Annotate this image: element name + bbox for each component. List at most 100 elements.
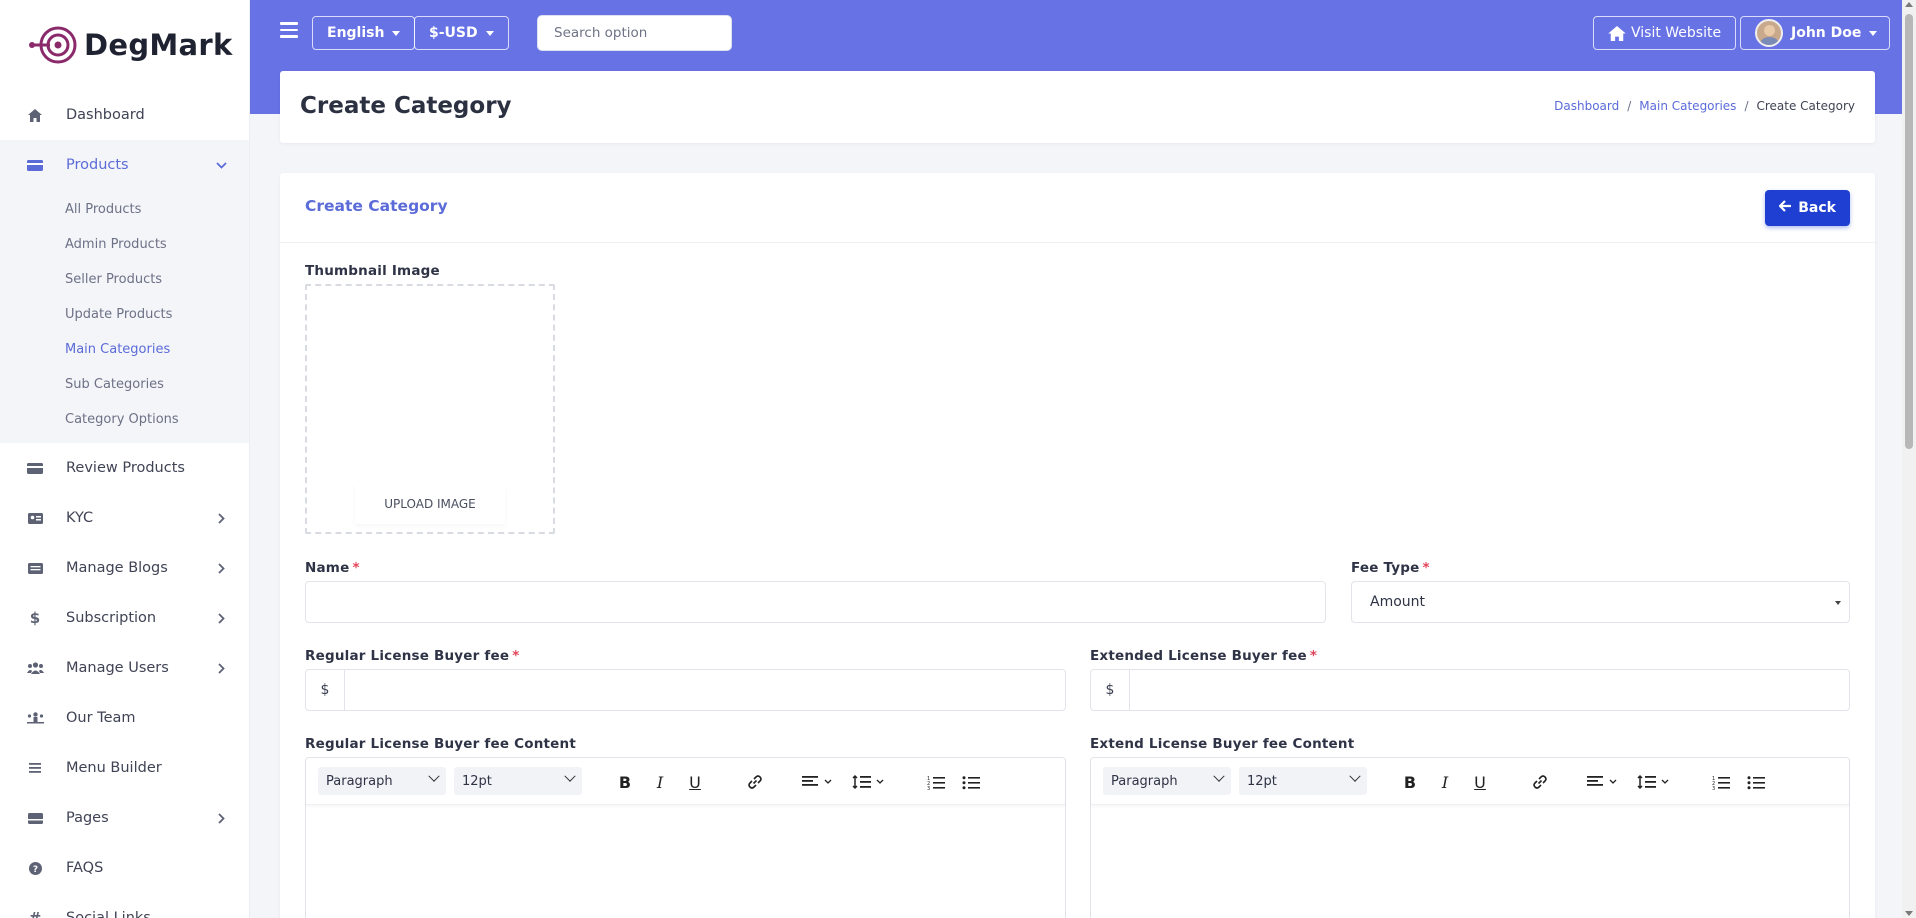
editor-toolbar: Paragraph 12pt B I U 123 [1091,758,1849,805]
back-button[interactable]: Back [1765,190,1850,226]
link-icon[interactable] [1528,769,1552,795]
chevron-down-icon [1213,770,1225,782]
chevron-down-icon [1349,770,1361,782]
breadcrumb-separator: / [1627,99,1632,113]
scrollbar-thumb[interactable] [1905,14,1913,449]
question-icon: ? [26,859,44,877]
logo-icon [29,26,77,64]
extend-content-editor[interactable]: Paragraph 12pt B I U 123 [1090,757,1850,918]
submenu-item-update-products[interactable]: Update Products [0,297,249,332]
sidebar-item-review-products[interactable]: Review Products [0,443,249,493]
sidebar-item-our-team[interactable]: Our Team [0,693,249,743]
block-format-select[interactable]: Paragraph [318,767,446,795]
block-format-select[interactable]: Paragraph [1103,767,1231,795]
bullet-list-icon[interactable] [1745,769,1767,795]
line-height-icon[interactable] [1636,769,1674,795]
visit-website-button[interactable]: Visit Website [1593,16,1737,50]
page-title: Create Category [300,93,512,119]
sidebar-item-label: Social Links [66,910,151,918]
numbered-list-icon[interactable]: 123 [1710,769,1732,795]
card-icon [26,156,44,174]
scroll-down-arrow-icon[interactable] [1905,911,1913,916]
regular-fee-label-text: Regular License Buyer fee [305,648,510,664]
sidebar-item-products[interactable]: Products [0,140,249,190]
regular-fee-input[interactable] [344,669,1066,711]
card-header: Create Category Back [280,173,1875,243]
name-input[interactable] [305,581,1326,623]
italic-icon[interactable]: I [1434,769,1456,795]
caret-down-icon [1835,601,1841,605]
caret-down-icon [485,30,494,36]
sidebar-item-kyc[interactable]: KYC [0,493,249,543]
submenu-item-admin-products[interactable]: Admin Products [0,227,249,262]
extended-fee-currency-prefix: $ [1090,669,1130,711]
italic-icon[interactable]: I [649,769,671,795]
language-dropdown[interactable]: English [312,16,416,50]
thumbnail-upload-dropzone[interactable]: UPLOAD IMAGE [305,284,555,534]
brand-name: DegMark [84,28,233,62]
page-scrollbar[interactable] [1902,0,1916,918]
brand-logo[interactable]: DegMark [0,0,249,90]
font-size-select[interactable]: 12pt [454,767,582,795]
regular-fee-currency-prefix: $ [305,669,345,711]
sidebar-item-label: FAQS [66,860,104,876]
submenu-item-category-options[interactable]: Category Options [0,402,249,437]
submenu-item-all-products[interactable]: All Products [0,192,249,227]
hash-icon: # [28,909,42,918]
submenu-item-sub-categories[interactable]: Sub Categories [0,367,249,402]
upload-image-button[interactable]: UPLOAD IMAGE [355,484,505,524]
caret-down-icon [392,30,401,36]
chevron-down-icon [428,770,440,782]
scroll-up-arrow-icon[interactable] [1905,2,1913,7]
products-submenu: All Products Admin Products Seller Produ… [0,190,249,443]
sidebar-item-faqs[interactable]: ? FAQS [0,843,249,893]
sidebar-item-dashboard[interactable]: Dashboard [0,90,249,140]
breadcrumb-current: Create Category [1756,99,1855,113]
chevron-down-icon [564,770,576,782]
avatar [1755,19,1783,47]
font-size-value: 12pt [462,773,492,789]
regular-content-editor[interactable]: Paragraph 12pt B I U 123 [305,757,1066,918]
editor-toolbar: Paragraph 12pt B I U 123 [306,758,1065,805]
font-size-select[interactable]: 12pt [1239,767,1367,795]
chevron-down-icon [213,157,229,173]
breadcrumb-dashboard[interactable]: Dashboard [1554,99,1619,113]
extended-fee-input[interactable] [1129,669,1850,711]
svg-text:3: 3 [927,786,930,790]
search-input[interactable] [537,15,732,51]
menu-toggle-icon[interactable] [280,22,298,42]
sidebar-item-subscription[interactable]: $ Subscription [0,593,249,643]
line-height-icon[interactable] [851,769,889,795]
sidebar-menu: Dashboard Products All Products Admin Pr… [0,90,249,918]
team-icon [26,709,44,727]
bullet-list-icon[interactable] [960,769,982,795]
arrow-left-icon [1778,200,1792,216]
visit-website-label: Visit Website [1631,25,1722,41]
currency-dropdown[interactable]: $-USD [414,16,509,50]
sidebar-item-manage-blogs[interactable]: Manage Blogs [0,543,249,593]
align-icon[interactable] [1586,769,1622,795]
bold-icon[interactable]: B [614,769,636,795]
underline-icon[interactable]: U [1469,769,1491,795]
sidebar-item-pages[interactable]: Pages [0,793,249,843]
sidebar-item-label: Products [66,157,129,173]
sidebar-item-menu-builder[interactable]: Menu Builder [0,743,249,793]
submenu-item-main-categories[interactable]: Main Categories [0,332,249,367]
fee-type-select[interactable]: Amount [1351,581,1850,623]
user-name: John Doe [1791,25,1862,41]
link-icon[interactable] [743,769,767,795]
name-label-text: Name [305,560,350,576]
block-format-value: Paragraph [1111,773,1178,789]
sidebar-item-social-links[interactable]: # Social Links [0,893,249,918]
submenu-item-seller-products[interactable]: Seller Products [0,262,249,297]
sidebar-item-label: Our Team [66,710,136,726]
bold-icon[interactable]: B [1399,769,1421,795]
breadcrumb-main-categories[interactable]: Main Categories [1639,99,1736,113]
numbered-list-icon[interactable]: 123 [925,769,947,795]
align-icon[interactable] [801,769,837,795]
user-menu-dropdown[interactable]: John Doe [1740,16,1891,50]
create-category-card: Create Category Back Thumbnail Image UPL… [280,173,1875,918]
required-marker: * [1422,560,1430,576]
underline-icon[interactable]: U [684,769,706,795]
sidebar-item-manage-users[interactable]: Manage Users [0,643,249,693]
